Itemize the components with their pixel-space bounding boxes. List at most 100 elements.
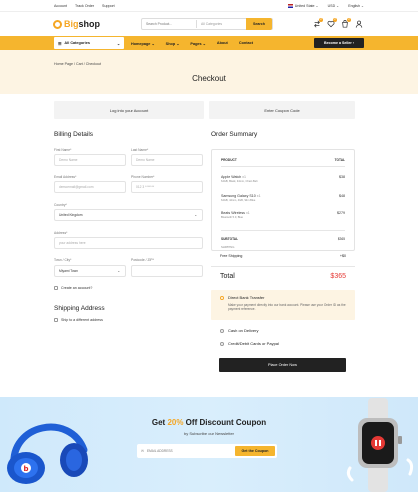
logo-text: Bigshop (64, 19, 100, 29)
page-title: Checkout (192, 74, 226, 83)
ship-different-label: Ship to a different address (61, 318, 103, 322)
town-value: Miyami Town (59, 269, 78, 273)
currency-select[interactable]: USD ⌄ (328, 4, 340, 8)
email-placeholder: demoemail@gmail.com (59, 185, 94, 189)
radio-button (220, 328, 224, 333)
first-name-label: First Name* (54, 148, 72, 152)
coupon-code-button[interactable]: Enter Coupon Code (209, 101, 355, 119)
header-icons: 2 2 2 (313, 18, 363, 28)
col-total: TOTAL (334, 158, 345, 162)
total-label: Total (220, 273, 235, 280)
mail-icon: ✉ (141, 448, 145, 453)
search-input[interactable] (142, 22, 196, 26)
summary-header: PRODUCT TOTAL (221, 158, 345, 162)
become-seller-label: Become a Seller (324, 41, 352, 45)
search-button[interactable]: Search (246, 18, 272, 30)
headphones-image: b (7, 423, 88, 484)
total-value: $365 (330, 273, 346, 280)
nav-contact[interactable]: Contact (239, 41, 253, 46)
menu-icon: ☰ (58, 41, 62, 46)
login-account-button[interactable]: Log into your Account (54, 101, 204, 119)
coupon-title-post: Off Discount Coupon (183, 418, 267, 427)
cod-label: Cash on Delivery (228, 328, 259, 333)
first-name-field[interactable]: Demo Name (54, 154, 126, 166)
town-select[interactable]: Miyami Town ⌄ (54, 265, 126, 277)
item-name: Beats Wireless (221, 211, 245, 215)
phone-field[interactable]: 012 3 ******* (131, 181, 203, 193)
ship-different-checkbox[interactable]: Ship to a different address (54, 318, 103, 322)
currency-label: USD (327, 4, 336, 8)
create-account-checkbox[interactable]: Create an account? (54, 286, 92, 290)
country-select[interactable]: United State ⌄ (287, 4, 319, 8)
nav-pages[interactable]: Pages ⌄ (190, 41, 205, 46)
track-order-link[interactable]: Track Order (75, 4, 94, 8)
last-name-field[interactable]: Demo Name (131, 154, 203, 166)
shipping-label: SHIPPING (221, 245, 235, 249)
page-hero (0, 50, 418, 94)
smartwatch-image (346, 398, 414, 492)
country-select[interactable]: United Kingdom ⌄ (54, 209, 203, 221)
cart-icon[interactable]: 2 (341, 18, 351, 28)
shipping-title: Shipping Address (54, 305, 105, 312)
wishlist-icon[interactable]: 2 (327, 18, 337, 28)
get-coupon-button[interactable]: Get the Coupon (235, 446, 275, 456)
compare-icon[interactable]: 2 (313, 18, 323, 28)
user-icon[interactable] (355, 20, 363, 28)
chevron-down-icon: ⌄ (116, 41, 120, 46)
all-categories-label: All Categories (64, 41, 90, 45)
cod-option[interactable]: Cash on Delivery (220, 328, 258, 333)
town-label: Town / City* (54, 258, 72, 262)
country-label: United State (294, 4, 315, 8)
address-field[interactable]: your address here (54, 237, 203, 249)
checkbox-box (54, 318, 58, 322)
email-field[interactable]: demoemail@gmail.com (54, 181, 126, 193)
total-row: Total $365 (220, 273, 346, 280)
breadcrumb: Home Page / Cart / Checkout (54, 62, 101, 66)
item-price: $38 (339, 175, 345, 179)
shipping-row: SHIPPING (221, 245, 345, 249)
item-price: $48 (339, 194, 345, 198)
all-categories-button[interactable]: ☰ All Categories ⌄ (54, 37, 124, 49)
item-qty: x1 (242, 175, 247, 179)
logo[interactable]: Bigshop (53, 19, 100, 29)
postcode-label: Postcode / ZIP* (131, 258, 154, 262)
item-variant: 64GB, Black, 44mm, Chain Belt (221, 180, 258, 183)
support-link[interactable]: Support (102, 4, 115, 8)
flag-icon (287, 4, 293, 8)
payment-option-selected[interactable]: Direct Bank Transfer Make your payment d… (211, 290, 355, 320)
card-option[interactable]: Credit/Debit Cards or Paypal (220, 341, 279, 346)
nav-homepage[interactable]: Homepage ⌄ (131, 41, 155, 46)
cart-badge: 2 (347, 18, 351, 22)
place-order-button[interactable]: Place Order Now (219, 358, 346, 372)
direct-bank-option[interactable]: Direct Bank Transfer (220, 295, 264, 300)
svg-text:b: b (24, 465, 29, 473)
direct-bank-description: Make your payment directly into our bank… (228, 303, 346, 312)
radio-button (220, 295, 224, 300)
subtotal-label: SUBTOTAL (221, 237, 239, 241)
category-select[interactable]: All Categories (196, 20, 246, 28)
create-account-label: Create an account? (61, 286, 93, 290)
item-name: Samsung Galaxy S10 (221, 194, 256, 198)
newsletter-email-input[interactable]: EMAIL ADDRESS (137, 449, 235, 453)
free-shipping-row: Free Shipping +$0 (220, 254, 346, 258)
address-placeholder: your address here (59, 241, 86, 245)
nav-about[interactable]: About (217, 41, 228, 46)
summary-title: Order Summary (211, 131, 258, 138)
logo-rest: shop (78, 19, 101, 29)
item-name: Apple Watch (221, 175, 242, 179)
coupon-subtitle: by Subscribe our Newsletter (183, 431, 235, 436)
col-product: PRODUCT (221, 158, 237, 162)
become-seller-button[interactable]: Become a Seller › (314, 38, 364, 48)
language-label: English (348, 4, 360, 8)
billing-title: Billing Details (54, 131, 94, 138)
top-bar: Account Track Order Support United State… (0, 0, 418, 12)
language-select[interactable]: English ⌄ (348, 4, 364, 8)
country-label: Country* (54, 203, 67, 207)
top-links: Account Track Order Support (54, 4, 115, 8)
postcode-field[interactable] (131, 265, 203, 277)
phone-placeholder: 012 3 ******* (136, 185, 155, 189)
logo-accent: Big (64, 19, 79, 29)
nav-shop[interactable]: Shop ⌄ (166, 41, 180, 46)
account-link[interactable]: Account (54, 4, 67, 8)
newsletter-form: ✉ EMAIL ADDRESS Get the Coupon (137, 444, 277, 458)
